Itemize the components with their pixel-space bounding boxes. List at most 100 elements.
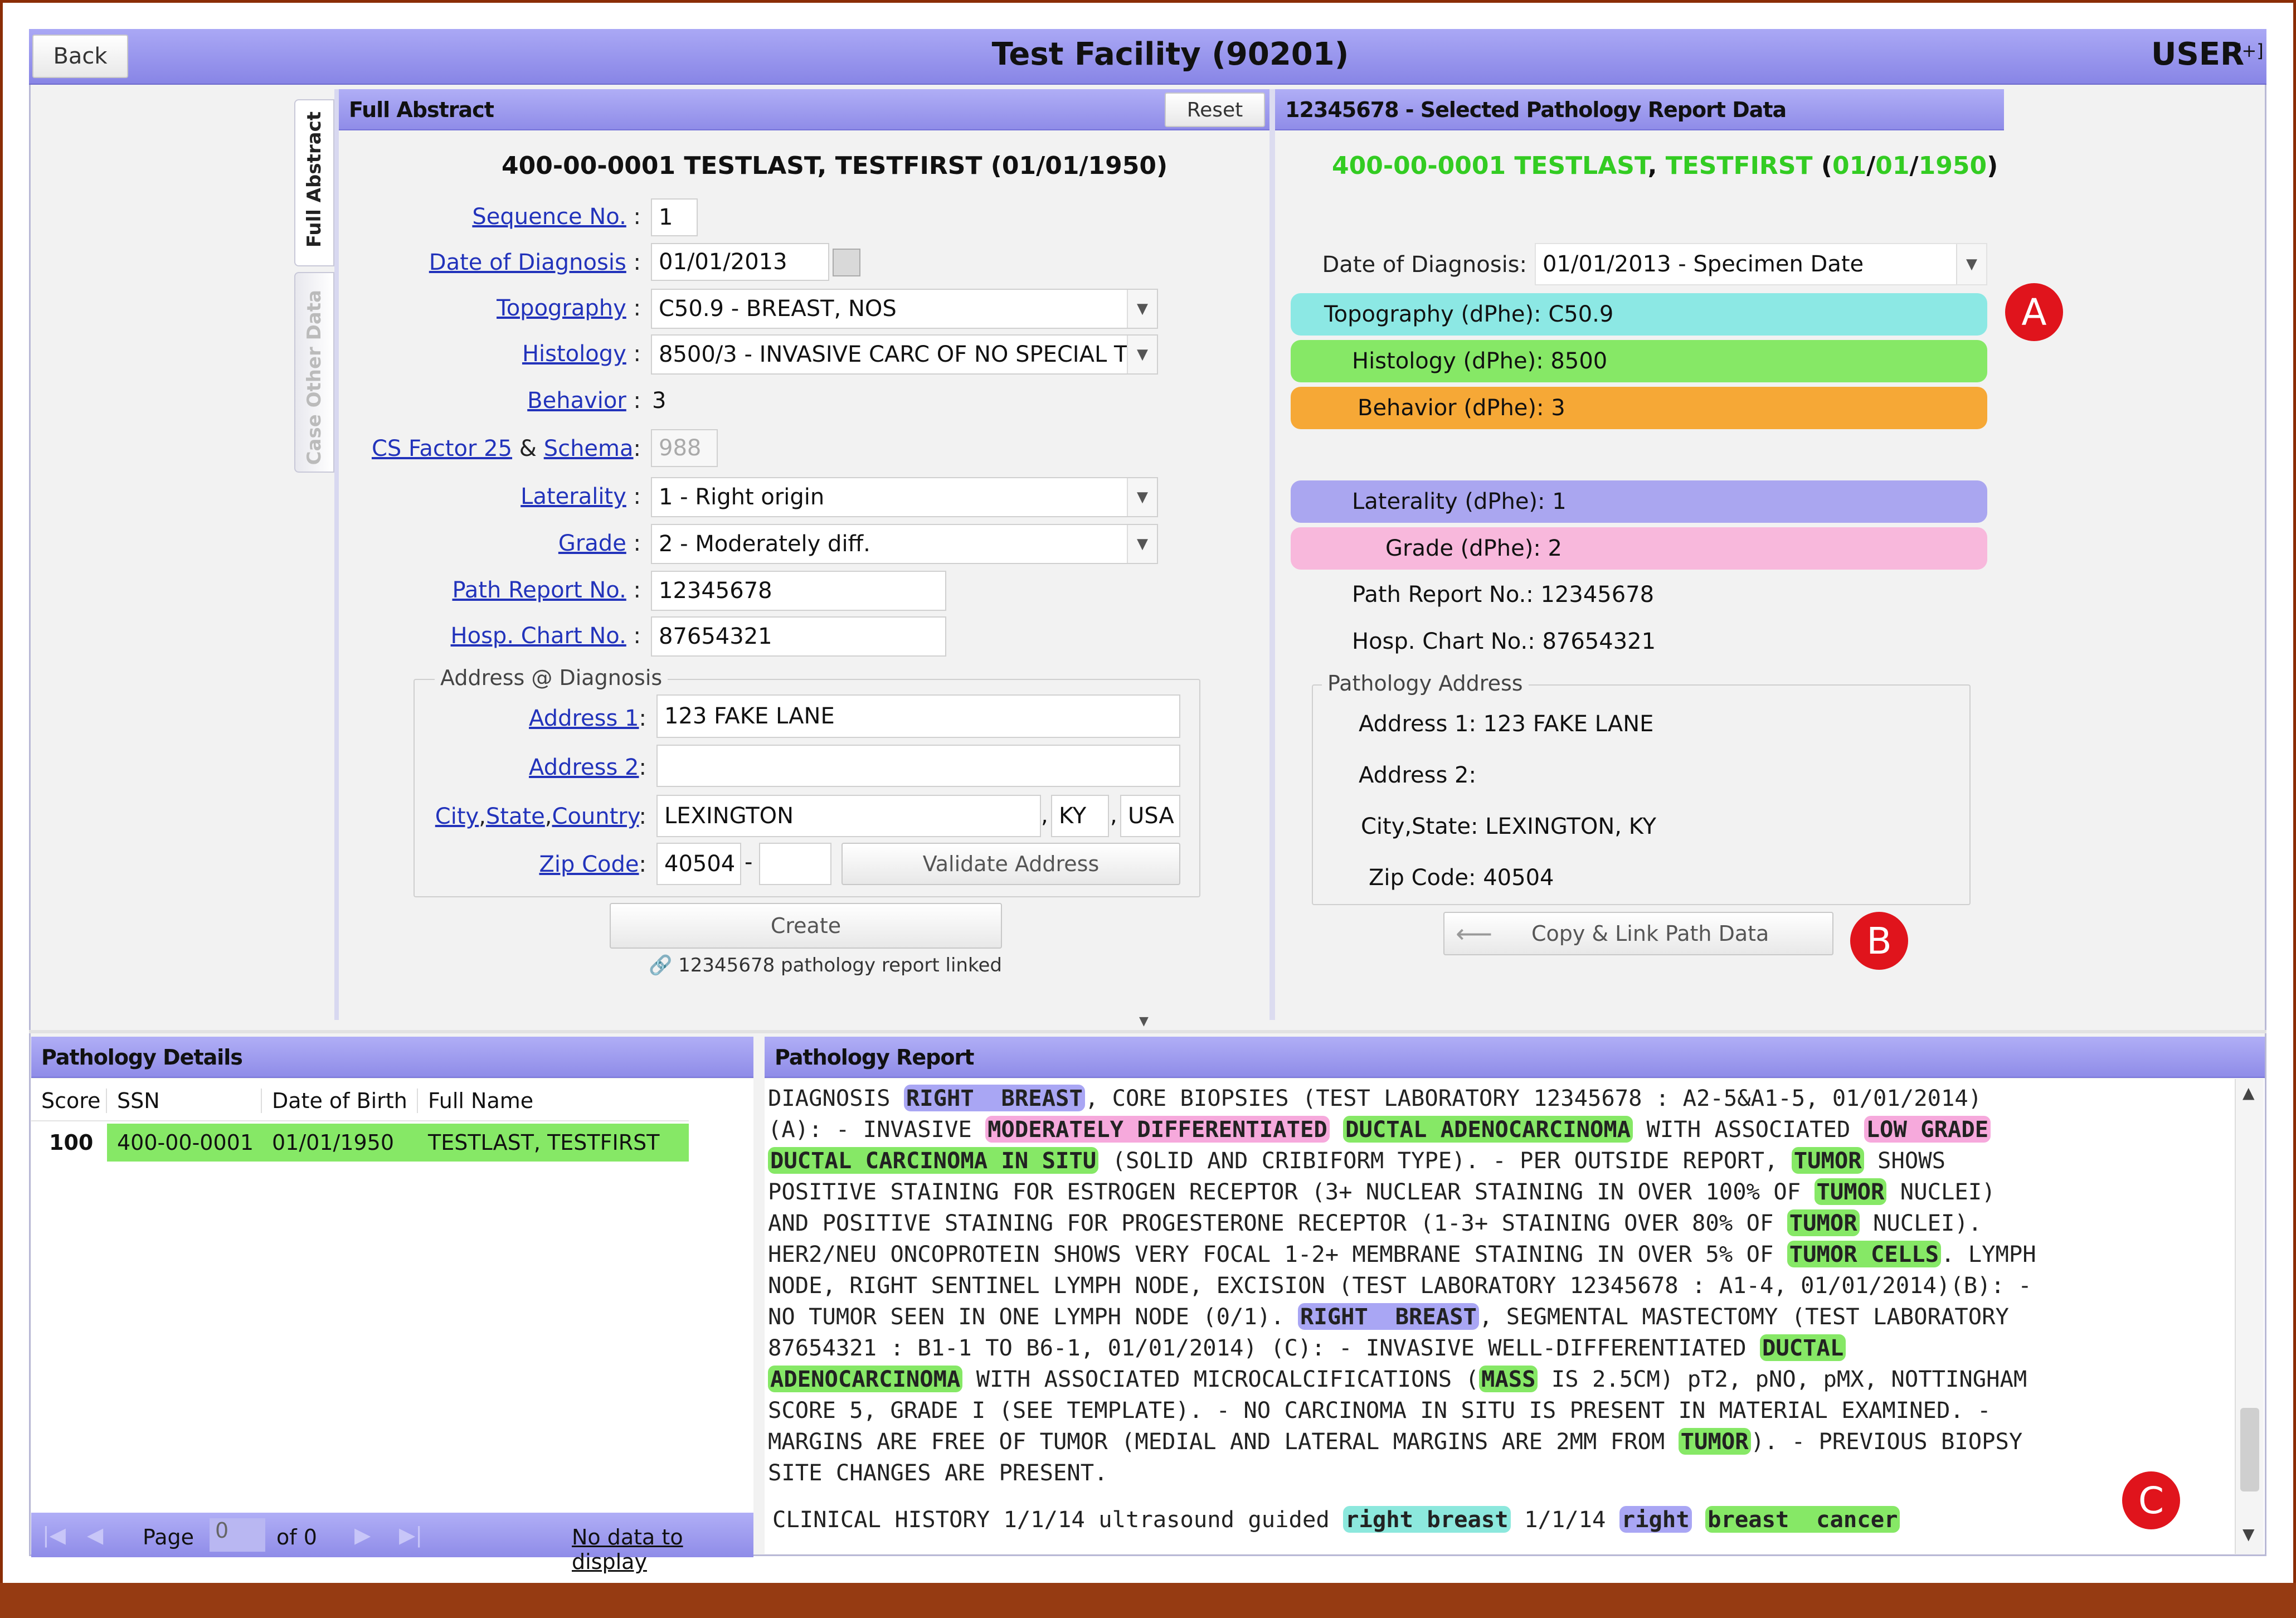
column-ssn[interactable]: SSN <box>107 1089 262 1113</box>
report-text-run: CLINICAL HISTORY 1/1/14 ultrasound guide… <box>772 1506 1344 1533</box>
copy-link-path-button[interactable]: ⟵ Copy & Link Path Data <box>1443 912 1833 955</box>
scroll-up-icon[interactable]: ▲ <box>2243 1083 2255 1102</box>
grade-select[interactable]: 2 - Moderately diff. ▼ <box>651 524 1158 564</box>
report-text-run: NUCLEI) <box>1886 1178 1996 1205</box>
zip-code-label: Zip Code: <box>539 852 646 877</box>
histology-select[interactable]: 8500/3 - INVASIVE CARC OF NO SPECIAL T ▼ <box>651 334 1158 375</box>
sequence-field[interactable]: 1 <box>651 198 698 236</box>
selected-dod-select[interactable]: 01/01/2013 - Specimen Date ▼ <box>1535 243 1987 285</box>
calendar-icon[interactable] <box>833 249 860 276</box>
report-text-run: 87654321 : B1-1 TO B6-1, 01/01/2014) (C)… <box>768 1334 1760 1361</box>
bottom-band <box>0 1583 2296 1618</box>
highlighted-term: right <box>1619 1506 1692 1533</box>
pathology-address-label: Pathology Address <box>1322 671 1529 696</box>
first-page-icon[interactable]: |◀ <box>42 1523 66 1547</box>
zip-code-field[interactable]: 40504 <box>656 843 741 885</box>
grade-label: Grade : <box>558 531 641 556</box>
create-button[interactable]: Create <box>610 903 1002 949</box>
linked-note: 🔗 12345678 pathology report linked <box>649 954 1002 976</box>
selected-city-state: City,State: LEXINGTON, KY <box>1361 814 1656 839</box>
prev-page-icon[interactable]: ◀ <box>87 1523 103 1547</box>
page-label: Page <box>143 1525 194 1549</box>
report-text-run: NODE, RIGHT SENTINEL LYMPH NODE, EXCISIO… <box>768 1272 2032 1299</box>
selected-zip: Zip Code: 40504 <box>1369 865 1554 891</box>
highlighted-term: TUMOR <box>1678 1428 1751 1455</box>
page-input[interactable]: 0 <box>210 1518 265 1552</box>
topography-select[interactable]: C50.9 - BREAST, NOS ▼ <box>651 289 1158 329</box>
address2-field[interactable] <box>656 745 1180 787</box>
user-label[interactable]: USER <box>2151 32 2244 77</box>
arrow-left-icon: ⟵ <box>1456 919 1492 949</box>
histology-label: Histology : <box>522 341 641 367</box>
cs-factor-label: CS Factor 25 & Schema: <box>371 436 641 461</box>
table-row[interactable]: 100 400-00-0001 01/01/1950 TESTLAST, TES… <box>31 1124 689 1162</box>
path-report-field[interactable]: 12345678 <box>651 571 946 611</box>
highlighted-term: MASS <box>1478 1366 1538 1392</box>
report-text-run <box>1330 1116 1343 1143</box>
chevron-down-icon: ▼ <box>1127 336 1157 373</box>
clinical-history: CLINICAL HISTORY 1/1/14 ultrasound guide… <box>772 1504 2221 1535</box>
report-text-run: WITH ASSOCIATED <box>1633 1116 1864 1143</box>
hosp-chart-field[interactable]: 87654321 <box>651 616 946 657</box>
next-page-icon[interactable]: ▶ <box>354 1523 371 1547</box>
report-text-run: , SEGMENTAL MASTECTOMY (TEST LABORATORY <box>1478 1303 2009 1330</box>
selected-patient-heading: 400-00-0001 TESTLAST, TESTFIRST (01/01/1… <box>1332 152 1998 180</box>
address2-label: Address 2: <box>529 755 646 780</box>
full-abstract-header: Full Abstract <box>339 89 1269 130</box>
tab-full-abstract[interactable]: Full Abstract <box>294 99 334 266</box>
selected-dod-label: Date of Diagnosis: <box>1322 252 1528 278</box>
report-text-run: . LYMPH <box>1940 1241 2036 1267</box>
highlighted-term: breast cancer <box>1705 1506 1900 1533</box>
laterality-select[interactable]: 1 - Right origin ▼ <box>651 477 1158 517</box>
ssn-cell: 400-00-0001 <box>107 1124 262 1162</box>
report-text-run: SHOWS <box>1864 1147 1945 1174</box>
score-cell: 100 <box>49 1130 94 1155</box>
laterality-dphe-pill: Laterality (dPhe): 1 <box>1291 480 1987 523</box>
column-dob[interactable]: Date of Birth <box>262 1089 418 1113</box>
zip-ext-field[interactable] <box>759 843 831 885</box>
date-of-diagnosis-field[interactable]: 01/01/2013 <box>651 243 829 281</box>
report-text-run: , CORE BIOPSIES (TEST LABORATORY 1234567… <box>1084 1085 1982 1111</box>
last-page-icon[interactable]: ▶| <box>399 1523 422 1547</box>
user-expand-icon[interactable]: [+] <box>2235 40 2264 61</box>
report-text-run: SCORE 5, GRADE I (SEE TEMPLATE). - NO CA… <box>768 1397 1991 1423</box>
zip-dash: - <box>745 849 753 875</box>
report-scrollbar[interactable]: ▲ ▼ <box>2235 1079 2264 1554</box>
highlighted-term: RIGHT BREAST <box>1297 1303 1479 1330</box>
highlighted-term: MODERATELY DIFFERENTIATED <box>985 1116 1330 1143</box>
no-data-text: No data to display <box>572 1525 683 1574</box>
topography-dphe-pill: Topography (dPhe): C50.9 <box>1291 293 1987 336</box>
report-text-run <box>1692 1506 1705 1533</box>
highlighted-term: DUCTAL ADENOCARCINOMA <box>1343 1116 1633 1143</box>
chevron-down-icon: ▼ <box>1127 290 1157 328</box>
state-field[interactable]: KY <box>1051 795 1109 837</box>
validate-address-button[interactable]: Validate Address <box>841 843 1180 885</box>
reset-button[interactable]: Reset <box>1165 93 1265 127</box>
column-full-name[interactable]: Full Name <box>418 1089 533 1113</box>
address-group-label: Address @ Diagnosis <box>435 665 668 690</box>
column-score[interactable]: Score <box>31 1089 107 1113</box>
sequence-label: Sequence No. : <box>472 204 641 230</box>
marker-a: A <box>2005 283 2063 341</box>
pathology-details-header: Pathology Details <box>31 1037 753 1078</box>
report-text-run: (SOLID AND CRIBIFORM TYPE). - PER OUTSID… <box>1098 1147 1792 1174</box>
address1-field[interactable]: 123 FAKE LANE <box>656 694 1180 738</box>
city-state-country-label: City,State,Country: <box>435 804 646 829</box>
scrollbar-thumb[interactable] <box>2240 1408 2259 1491</box>
splitter[interactable] <box>29 1030 2266 1033</box>
histology-dphe-pill: Histology (dPhe): 8500 <box>1291 340 1987 382</box>
country-field[interactable]: USA <box>1120 795 1180 837</box>
behavior-label: Behavior : <box>527 388 641 414</box>
address1-label: Address 1: <box>529 706 646 731</box>
report-text-run: NUCLEI). <box>1859 1209 1982 1236</box>
city-field[interactable]: LEXINGTON <box>656 795 1041 837</box>
comma-separator: , <box>1110 803 1117 828</box>
report-text-run: 1/1/14 <box>1510 1506 1619 1533</box>
chevron-down-icon: ▼ <box>1127 478 1157 516</box>
back-button[interactable]: Back <box>32 35 128 78</box>
tab-case-other-data[interactable]: Case Other Data <box>294 272 334 473</box>
splitter-arrow-icon[interactable]: ▼ <box>1139 1014 1149 1028</box>
highlighted-term: TUMOR <box>1787 1209 1860 1236</box>
scroll-down-icon[interactable]: ▼ <box>2243 1525 2255 1543</box>
selected-report-header: 12345678 - Selected Pathology Report Dat… <box>1275 89 2004 130</box>
